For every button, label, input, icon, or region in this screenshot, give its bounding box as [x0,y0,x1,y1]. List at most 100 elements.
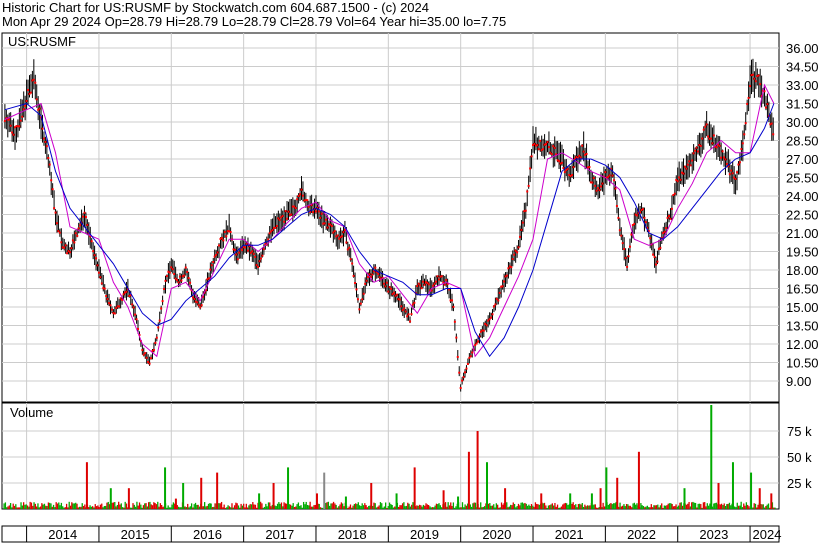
volume-bar [546,507,548,509]
close-marker [490,316,493,319]
close-marker [244,246,247,249]
volume-bar [687,503,689,509]
volume-bar [555,506,557,509]
volume-spike-bar [344,496,347,509]
volume-bar [289,504,292,509]
close-marker [74,232,77,235]
close-marker [494,303,497,306]
volume-bar [562,504,564,509]
close-marker [655,263,658,266]
volume-bar [124,501,126,509]
volume-bar [43,503,46,509]
close-marker [163,287,166,290]
volume-bar [375,507,378,509]
close-marker [9,124,12,127]
volume-bar [330,503,332,509]
close-marker [290,213,293,216]
volume-bar [295,506,297,509]
close-marker [595,189,598,192]
close-marker [377,272,380,275]
volume-bar [304,504,306,509]
close-marker [601,182,604,185]
close-marker [165,275,168,278]
volume-bar [641,505,643,509]
close-marker [384,285,387,288]
price-y-tick-label: 25.50 [786,171,819,186]
volume-spike-bar [127,488,130,509]
volume-bar [409,506,412,509]
volume-bar [579,503,581,509]
close-marker [673,192,676,195]
volume-bar [435,503,438,509]
close-marker [197,304,200,307]
close-marker [497,299,500,302]
volume-bar [132,503,134,509]
volume-bar [244,507,246,509]
volume-bar [607,504,609,509]
volume-bar [405,505,408,509]
volume-bar [392,507,395,509]
volume-bar [713,503,715,509]
volume-bar [489,503,491,509]
close-marker [498,291,501,294]
close-marker [215,253,218,256]
volume-bar [362,505,365,509]
volume-bar [482,506,484,509]
volume-bar [60,502,63,509]
volume-bar [68,501,70,509]
volume-bar [627,504,629,509]
volume-bar [438,503,440,509]
volume-bar [507,507,509,509]
close-marker [628,245,631,248]
volume-bar [76,503,78,509]
close-marker [186,270,189,273]
volume-bar [296,504,298,509]
volume-bar [292,503,294,509]
volume-bar [576,507,578,509]
volume-bar [248,505,250,509]
volume-bar [693,502,695,509]
volume-bar [78,506,81,509]
volume-bar [640,503,642,509]
close-marker [621,242,624,245]
volume-bar [404,506,406,509]
volume-bar [611,504,613,509]
close-marker [529,167,532,170]
close-marker [12,133,15,136]
close-marker [3,119,6,122]
volume-bar [702,502,705,509]
close-marker [390,287,393,290]
close-marker [99,276,102,279]
volume-bar [326,502,328,509]
volume-spike-bar [258,493,261,509]
volume-bar [89,505,91,509]
close-marker [511,258,514,261]
close-marker [685,167,688,170]
volume-bar [496,504,499,509]
close-marker [734,177,737,180]
close-marker [35,98,38,101]
volume-bar [95,506,98,509]
volume-bar [705,506,707,509]
close-marker [731,172,734,175]
volume-bar [439,505,441,509]
close-marker [456,355,459,358]
close-marker [614,187,617,190]
volume-bar [3,503,5,509]
close-marker [705,123,708,126]
volume-bar [262,507,264,509]
close-marker [663,230,666,233]
volume-bar [99,504,102,509]
close-marker [749,85,752,88]
close-marker [354,282,357,285]
volume-bar [28,506,30,509]
close-marker [8,118,11,121]
price-y-axis: 36.00 34.50 33.00 31.50 30.00 28.50 27.00 25.50… [786,41,819,389]
volume-bar [213,506,215,509]
volume-bar [58,502,60,509]
price-y-tick-label: 30.00 [786,115,819,130]
volume-bar [515,507,517,509]
volume-bar [619,502,621,509]
close-marker [323,222,326,225]
volume-bar [715,502,718,509]
